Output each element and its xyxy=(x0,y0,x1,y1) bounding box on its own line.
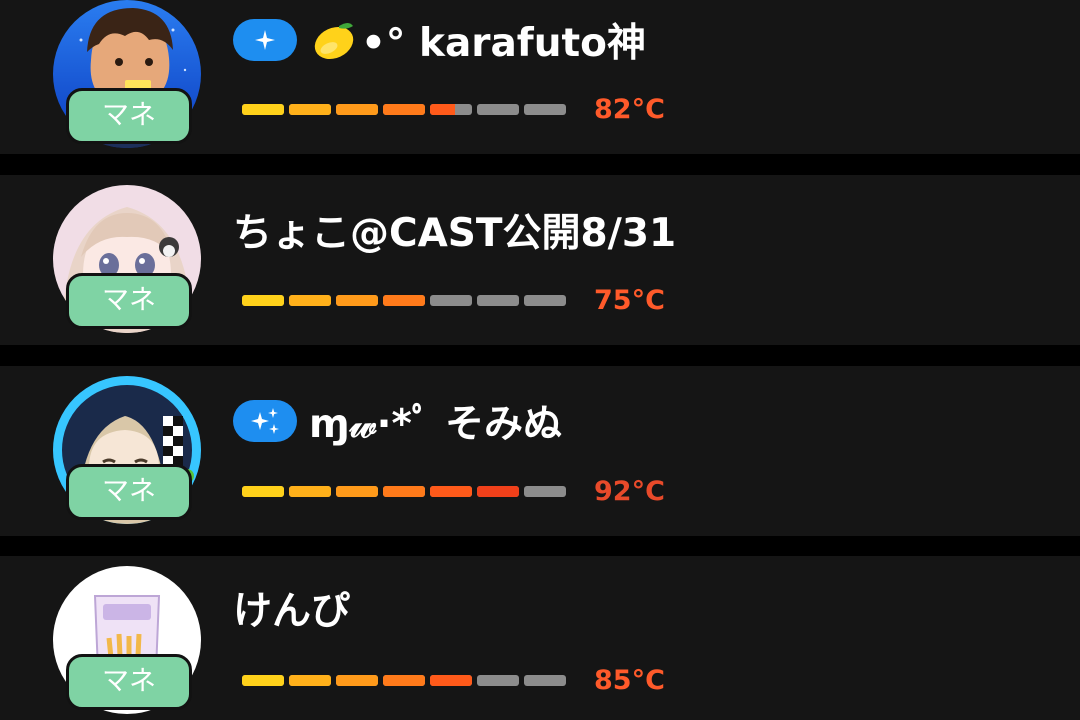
user-name[interactable]: ɱ𝓌·*ﾟ そみぬ xyxy=(309,393,562,449)
meter-segment-fill xyxy=(242,675,284,686)
temperature-label: 75°C xyxy=(594,285,665,316)
temperature-meter xyxy=(242,295,566,306)
meter-segment xyxy=(430,486,472,497)
meter-segment xyxy=(289,675,331,686)
meter-segment xyxy=(477,486,519,497)
meter-segment-fill xyxy=(383,104,425,115)
meter-segment-fill xyxy=(383,486,425,497)
meter-segment xyxy=(383,104,425,115)
avatar-wrap[interactable]: マネ xyxy=(53,185,201,333)
user-row[interactable]: マネ •° karafuto神 82°C xyxy=(0,0,1080,154)
avatar-wrap[interactable]: マネ xyxy=(53,376,201,524)
meter-segment xyxy=(336,486,378,497)
meter-segment xyxy=(336,104,378,115)
meter-segment xyxy=(289,295,331,306)
meter-segment xyxy=(430,104,472,115)
meter-segment-fill xyxy=(289,675,331,686)
name-line: けんぴ xyxy=(233,580,350,636)
meter-segment xyxy=(289,104,331,115)
meter-segment-fill xyxy=(430,675,472,686)
temperature-meter xyxy=(242,675,566,686)
meter-segment xyxy=(336,675,378,686)
avatar-wrap[interactable]: マネ xyxy=(53,566,201,714)
meter-segment xyxy=(383,295,425,306)
meter-segment-fill xyxy=(336,104,378,115)
meter-segment xyxy=(524,295,566,306)
mane-tag: マネ xyxy=(66,464,192,520)
meter-segment xyxy=(430,675,472,686)
meter-segment-fill xyxy=(336,675,378,686)
meter-segment xyxy=(524,486,566,497)
meter-segment xyxy=(524,104,566,115)
avatar-wrap[interactable]: マネ xyxy=(53,0,201,148)
user-row[interactable]: マネ ちょこ@CAST公開8/31 75°C xyxy=(0,175,1080,345)
temperature-label: 92°C xyxy=(594,476,665,507)
meter-segment-fill xyxy=(242,104,284,115)
user-list: マネ •° karafuto神 82°C マネ ちょこ@CAST公開8/31 7… xyxy=(0,0,1080,720)
meter-segment xyxy=(242,486,284,497)
mane-tag: マネ xyxy=(66,273,192,329)
meter-segment-fill xyxy=(242,295,284,306)
meter-segment xyxy=(383,675,425,686)
mane-tag: マネ xyxy=(66,88,192,144)
temperature-meter xyxy=(242,486,566,497)
triple-sparkle-badge-icon xyxy=(233,400,297,442)
meter-segment xyxy=(242,295,284,306)
sparkle-badge-icon xyxy=(233,19,297,61)
meter-segment xyxy=(524,675,566,686)
meter-segment xyxy=(477,104,519,115)
user-name[interactable]: けんぴ xyxy=(233,580,350,636)
meter-segment-fill xyxy=(477,486,519,497)
user-name[interactable]: •° karafuto神 xyxy=(361,12,646,68)
meter-segment-fill xyxy=(430,486,472,497)
meter-segment-fill xyxy=(336,295,378,306)
meter-segment xyxy=(477,295,519,306)
mane-tag: マネ xyxy=(66,654,192,710)
name-line: •° karafuto神 xyxy=(233,12,646,68)
meter-segment xyxy=(383,486,425,497)
meter-segment xyxy=(242,675,284,686)
meter-segment-fill xyxy=(383,675,425,686)
meter-segment-fill xyxy=(430,104,456,115)
name-line: ɱ𝓌·*ﾟ そみぬ xyxy=(233,393,562,449)
meter-segment-fill xyxy=(289,295,331,306)
meter-segment-fill xyxy=(289,486,331,497)
meter-segment-fill xyxy=(289,104,331,115)
user-row[interactable]: マネ ɱ𝓌·*ﾟ そみぬ 92°C xyxy=(0,366,1080,536)
temperature-label: 85°C xyxy=(594,665,665,696)
temperature-label: 82°C xyxy=(594,94,665,125)
meter-segment xyxy=(430,295,472,306)
name-line: ちょこ@CAST公開8/31 xyxy=(233,202,676,258)
user-row[interactable]: マネ けんぴ 85°C xyxy=(0,556,1080,720)
meter-segment xyxy=(242,104,284,115)
meter-segment-fill xyxy=(336,486,378,497)
meter-segment-fill xyxy=(383,295,425,306)
meter-segment xyxy=(477,675,519,686)
temperature-meter xyxy=(242,104,566,115)
meter-segment xyxy=(336,295,378,306)
meter-segment xyxy=(289,486,331,497)
meter-segment-fill xyxy=(242,486,284,497)
user-name[interactable]: ちょこ@CAST公開8/31 xyxy=(233,202,676,258)
lemon-icon xyxy=(309,18,357,62)
